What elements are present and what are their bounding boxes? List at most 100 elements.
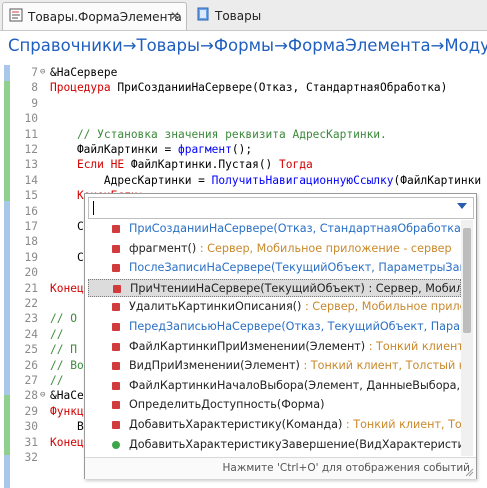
tab-goods[interactable]: Товары [190,2,310,29]
suggestion-context: : Сервер, Мобильное приложение - сервер [304,300,461,314]
suggestion-item[interactable]: ПриСозданииНаСервере(Отказ, СтандартнаяО… [88,220,461,238]
suggestion-item[interactable]: ПослеЗаписиНаСервере(ТекущийОбъект, Пара… [88,259,461,277]
suggestion-item[interactable]: ВидПриИзменении(Элемент) : Тонкий клиент… [88,357,461,375]
catalog-icon [196,7,210,24]
line-number: 9 [31,96,38,110]
suggestion-item[interactable]: фрагмент() : Сервер, Мобильное приложени… [88,240,461,258]
line-number: 31 [24,435,38,449]
code-token: фрагмент [177,143,232,156]
suggestion-item[interactable]: ПриЧтенииНаСервере(ТекущийОбъект) : Серв… [88,278,461,297]
suggestion-context: : Сервер, Мобильное приложение - сервер [368,281,460,295]
suggestion-name: УдалитьКартинкиОписания() [129,300,302,314]
code-text: &НаСе [50,388,84,403]
suggestion-name: ПриСозданииНаСервере(Отказ, СтандартнаяО… [129,222,461,235]
code-text: В [50,419,84,434]
line-number: 7 [31,66,38,79]
code-token: (ФайлКартинки [393,173,482,187]
breadcrumb[interactable]: Справочники→Товары→Формы→ФормаЭлемента→М… [8,36,487,55]
code-text: // [50,327,63,342]
suggestion-text: ДобавитьХарактеристикуЗавершение(ВидХара… [129,436,461,454]
line-number: 10 [24,112,38,126]
suggestion-text: ПриСозданииНаСервере(Отказ, СтандартнаяО… [129,220,461,238]
fold-toggle-icon[interactable]: ⊖ [40,388,45,403]
scrollbar-thumb[interactable] [463,228,471,333]
code-text: Процедура ПриСозданииНаСервере(Отказ, Ст… [50,80,447,95]
code-token: ФайлКартинки = [50,143,178,156]
procedure-icon [112,303,120,312]
line-number: 22 [24,297,38,310]
suggestion-name: ОпределитьДоступность(Форма) [129,398,325,412]
code-token: // Установка значения реквизита АдресКар… [50,127,387,141]
suggestion-context: : Сервер, Мобильное приложение - сервер [196,241,452,255]
line-number: 23 [24,312,38,326]
code-text: Функц [50,404,84,419]
line-number: 8 [31,81,38,95]
code-token: ПриСозданииНаСервере(Отказ, СтандартнаяО… [110,81,448,95]
shortcut-hint: Нажмите 'Ctrl+O' для отображения событий [222,462,470,474]
suggestion-text: ФайлКартинкиНачалоВыбора(Элемент, Данные… [129,377,461,395]
tab-item-form[interactable]: Товары.ФормаЭлемента ✕ [2,2,187,30]
suggestion-name: ПриЧтенииНаСервере(ТекущийОбъект) [130,281,365,295]
suggestion-context: : Тонкий клиент, Толстый клиент [345,418,461,431]
suggestion-list: ПриСозданииНаСервере(Отказ, СтандартнаяО… [88,220,461,456]
line-number: 28 [24,389,38,403]
code-token: Функц [50,404,84,418]
procedure-icon [112,225,120,233]
autocomplete-search-input[interactable] [88,197,474,219]
code-text: &НаСервере [50,65,117,80]
dropdown-arrow-icon[interactable] [457,203,467,209]
line-number: 24 [24,327,38,341]
suggestion-text: ВидПриИзменении(Элемент) : Тонкий клиент… [129,357,461,375]
code-text: Если НЕ ФайлКартинки.Пустая() Тогда [50,157,313,172]
suggestion-item[interactable]: ДобавитьХарактеристику(Команда) : Тонкий… [88,416,461,434]
line-number: 29 [24,404,38,418]
fold-toggle-icon[interactable]: ⊖ [40,65,45,80]
code-token: С [50,250,84,264]
suggestion-name: ПередЗаписьюНаСервере(Отказ, ТекущийОбъе… [129,320,461,333]
close-icon[interactable]: ✕ [170,9,180,23]
procedure-icon [113,284,121,293]
code-text: С [50,219,84,234]
code-token: // Во [50,358,84,372]
code-token: ПолучитьНавигационнуюСсылку [211,173,394,187]
suggestion-item[interactable]: УдалитьКартинкиОписания() : Сервер, Моби… [88,298,461,316]
code-token: ФайлКартинки.Пустая() [124,158,280,172]
line-number: 17 [24,220,38,233]
code-token: Тогда [279,158,313,172]
suggestion-name: фрагмент() [129,241,197,255]
code-token: &НаСервере [50,66,118,79]
resize-grip-icon[interactable] [464,467,474,477]
change-indicator-bar [4,65,10,488]
suggestion-name: ДобавитьХарактеристику(Команда) [129,418,343,431]
vertical-scrollbar[interactable] [461,220,473,456]
suggestion-context: : Тонкий клиент, Толстый клиент [368,339,461,353]
tab-label: Товары.ФормаЭлемента [28,9,182,24]
procedure-icon [112,381,120,390]
line-number: 27 [24,374,38,387]
suggestion-context: : Тонкий клиент, Толстый клиент [303,359,461,373]
suggestion-item[interactable]: ДобавитьХарактеристикуЗавершение(ВидХара… [88,436,461,454]
suggestion-text: ОпределитьДоступность(Форма) [129,396,324,414]
procedure-icon [112,264,120,273]
code-token: // П [50,343,77,357]
code-token: (); [231,143,253,156]
line-number: 25 [24,343,38,357]
suggestion-item[interactable]: ФайлКартинкиНачалоВыбора(Элемент, Данные… [88,377,461,395]
suggestion-name: ФайлКартинкиПриИзменении(Элемент) [129,339,366,353]
code-token: // [50,374,64,387]
suggestion-item[interactable]: ОпределитьДоступность(Форма) [88,396,461,414]
code-text: АдресКартинки = ПолучитьНавигационнуюСсы… [50,173,481,188]
code-token: &НаСе [50,389,84,403]
line-number: 11 [24,127,38,141]
code-text: // [50,373,63,388]
suggestion-item[interactable]: ФайлКартинкиПриИзменении(Элемент) : Тонк… [88,338,461,356]
line-number: 14 [24,173,38,187]
autocomplete-popup: ПриСозданииНаСервере(Отказ, СтандартнаяО… [84,193,477,479]
line-number: 20 [24,266,38,280]
suggestion-item[interactable]: ПередЗаписьюНаСервере(Отказ, ТекущийОбъе… [88,318,461,336]
suggestion-name: ВидПриИзменении(Элемент) [129,359,300,373]
procedure-icon [112,421,120,429]
line-number: 18 [24,235,38,249]
suggestion-text: ФайлКартинкиПриИзменении(Элемент) : Тонк… [129,338,461,356]
